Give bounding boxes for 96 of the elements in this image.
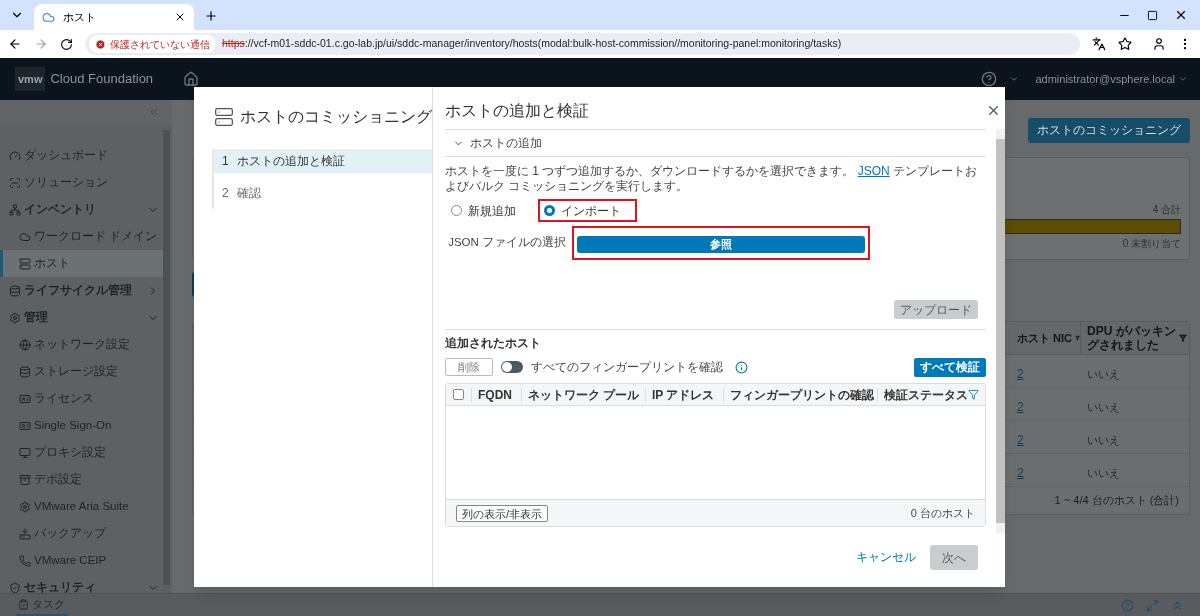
file-label: JSON ファイルの選択 (447, 235, 567, 251)
column-header: IP アドレス (652, 386, 715, 404)
radio-button[interactable] (451, 205, 462, 216)
table-cell: いいえ (1087, 368, 1120, 380)
column-header: DPU がバッキングされました (1087, 324, 1177, 352)
chevron-icon[interactable] (1009, 74, 1020, 84)
cloud-icon (19, 230, 31, 243)
host-count: 0 台のホスト (910, 505, 975, 521)
gear-icon (9, 311, 21, 324)
back-icon[interactable] (8, 37, 22, 51)
sidebar-item[interactable]: VMware CEIP (0, 547, 163, 574)
url-text: https://vcf-m01-sddc-01.c.go-lab.jp/ui/sddc-manager/inventory/hosts(modal:bulk-host-commission//monitoring-panel:monitoring/tasks) (222, 36, 842, 52)
toggle-label: すべてのフィンガープリントを確認 (531, 359, 723, 376)
column-header: 検証ステータス (884, 386, 968, 404)
table-footer: 1 ~ 4/4 台のホスト (合計) (1054, 492, 1179, 509)
column-header: ホスト NIC (1017, 330, 1072, 346)
sidebar-item[interactable]: ライフサイクル管理 (0, 277, 163, 304)
server-icon (19, 257, 31, 270)
nic-count-link[interactable]: 2 (1017, 466, 1024, 480)
profile-icon[interactable] (1152, 37, 1166, 51)
gear-icon (19, 500, 31, 513)
column-toggle-button[interactable]: 列の表示/非表示 (456, 504, 549, 522)
network-icon (9, 203, 21, 216)
scan-icon (9, 176, 21, 189)
database-icon (19, 365, 31, 378)
nic-count-link[interactable]: 2 (1017, 433, 1024, 447)
scrollbar[interactable] (163, 130, 170, 585)
radio-option[interactable]: 新規追加 (445, 199, 532, 222)
accordion-header[interactable]: ホストの追加 (445, 129, 986, 157)
nic-count-link[interactable]: 2 (1017, 367, 1024, 381)
column-header: FQDN (478, 386, 512, 404)
sidebar-item[interactable]: ライセンス (0, 385, 163, 412)
drive-icon (19, 527, 31, 540)
warning-icon (95, 38, 106, 50)
radio-option[interactable]: インポート (538, 199, 637, 222)
sidebar-item[interactable]: ホスト (0, 250, 163, 277)
commission-button[interactable]: ホストのコミッショニング (1028, 117, 1190, 143)
logo: vmw (15, 66, 46, 92)
cancel-link[interactable]: キャンセル (856, 548, 916, 567)
card-icon (19, 419, 31, 432)
sidebar-item[interactable]: セキュリティ (0, 574, 163, 593)
chevron-icon[interactable] (1178, 74, 1188, 84)
archive-icon (19, 473, 31, 486)
clipboard-icon (18, 598, 29, 610)
verify-all-button[interactable]: すべて検証 (914, 357, 986, 377)
nic-count-link[interactable]: 2 (1017, 400, 1024, 414)
scrollbar[interactable] (996, 129, 1005, 533)
sidebar-item[interactable]: インベントリ (0, 196, 163, 223)
server-icon (214, 107, 234, 127)
forward-icon[interactable] (34, 37, 48, 51)
table-cell: いいえ (1087, 401, 1120, 413)
table-cell: いいえ (1087, 467, 1120, 479)
table-cell: いいえ (1087, 434, 1120, 446)
security-chip[interactable]: 保護されていない通信 (89, 35, 216, 53)
close-icon[interactable] (986, 103, 1001, 118)
info-icon[interactable] (735, 360, 748, 374)
shield-icon (9, 581, 21, 593)
new-tab-icon[interactable] (204, 9, 218, 23)
filter-icon[interactable] (1179, 334, 1187, 342)
sidebar-item[interactable]: Single Sign-On (0, 412, 163, 439)
address-bar[interactable]: 保護されていない通信 https://vcf-m01-sddc-01.c.go-lab.jp/ui/sddc-manager/inventory/hosts(modal:bulk-host-commission//monitoring-panel:monitoring/tasks) (85, 33, 1080, 55)
close-icon[interactable] (1174, 8, 1188, 22)
dialog-title: ホストのコミッショニング (240, 107, 432, 127)
browser-tab[interactable]: ホスト (34, 4, 194, 30)
home-icon[interactable] (183, 71, 200, 87)
close-icon[interactable] (174, 11, 186, 23)
filter-icon[interactable] (968, 389, 979, 400)
cloud-icon (42, 10, 55, 24)
json-template-link[interactable]: JSON (857, 164, 890, 178)
brand-name: Cloud Foundation (50, 70, 154, 89)
sidebar-item[interactable]: VMware Aria Suite (0, 493, 163, 520)
gauge-icon (9, 149, 21, 162)
select-all-checkbox[interactable] (453, 389, 464, 400)
toggle-switch[interactable] (501, 361, 523, 373)
maximize-icon[interactable] (1147, 9, 1158, 21)
bookmark-star-icon[interactable] (1118, 37, 1132, 51)
description-text: ホストを一度に 1 つずつ追加するか、ダウンロードするかを選択できます。 JSON テンプレートおよびバルク コミッショニングを実行します。 (445, 164, 979, 194)
help-icon[interactable] (981, 71, 998, 87)
card-icon (19, 392, 31, 405)
section-title: 追加されたホスト (445, 335, 542, 352)
sidebar-item[interactable]: 管理 (0, 304, 163, 331)
translate-icon[interactable] (1092, 37, 1106, 51)
column-header: ネットワーク プール (528, 386, 640, 404)
monitor-icon (19, 446, 31, 459)
globe-icon (19, 338, 31, 351)
browse-button[interactable]: 参照 (577, 235, 865, 253)
phone-icon (19, 554, 31, 567)
reload-icon[interactable] (60, 37, 73, 51)
wizard-step[interactable]: 2 確認 (214, 181, 432, 205)
database-icon (9, 284, 21, 297)
column-header: フィンガープリントの確認 (730, 386, 874, 404)
wizard-step[interactable]: 1 ホストの追加と検証 (214, 149, 432, 173)
panel-title: ホストの追加と検証 (445, 101, 589, 121)
filter-icon[interactable] (1075, 334, 1080, 342)
user-menu[interactable]: administrator@vsphere.local (1035, 70, 1175, 88)
radio-button[interactable] (544, 205, 555, 216)
